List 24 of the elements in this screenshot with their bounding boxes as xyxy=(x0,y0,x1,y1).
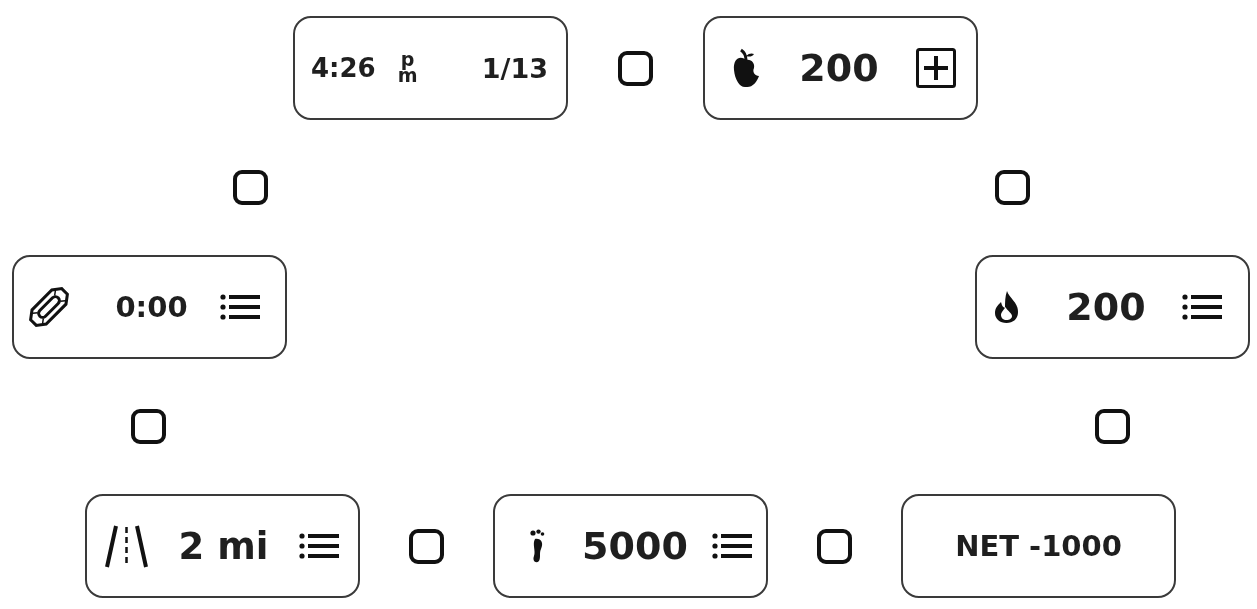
step-count: 5000 xyxy=(582,527,688,565)
meridiem-text: pm xyxy=(397,52,418,84)
time-value: 0:00 xyxy=(115,292,188,322)
checkbox[interactable] xyxy=(817,528,852,564)
net-total: NET -1000 xyxy=(955,531,1122,561)
time-text: 4:26 xyxy=(311,55,376,81)
count-value: 200 xyxy=(1066,288,1146,326)
list-icon[interactable] xyxy=(220,293,260,321)
list-icon[interactable] xyxy=(1182,293,1222,321)
checkbox[interactable] xyxy=(409,528,444,564)
checkbox[interactable] xyxy=(618,50,653,86)
count-value: 200 xyxy=(799,49,879,87)
add-icon[interactable] xyxy=(916,48,956,88)
flame-icon xyxy=(993,290,1020,324)
road-icon xyxy=(105,524,148,568)
list-icon[interactable] xyxy=(712,532,752,560)
checkbox[interactable] xyxy=(1095,409,1130,444)
list-icon[interactable] xyxy=(299,532,339,560)
footprint-icon xyxy=(529,528,546,564)
checkbox[interactable] xyxy=(233,170,268,205)
date-text: 1/13 xyxy=(481,54,548,82)
checkbox[interactable] xyxy=(131,409,166,444)
checkbox[interactable] xyxy=(995,170,1030,205)
distance-value: 2 mi xyxy=(178,527,269,565)
